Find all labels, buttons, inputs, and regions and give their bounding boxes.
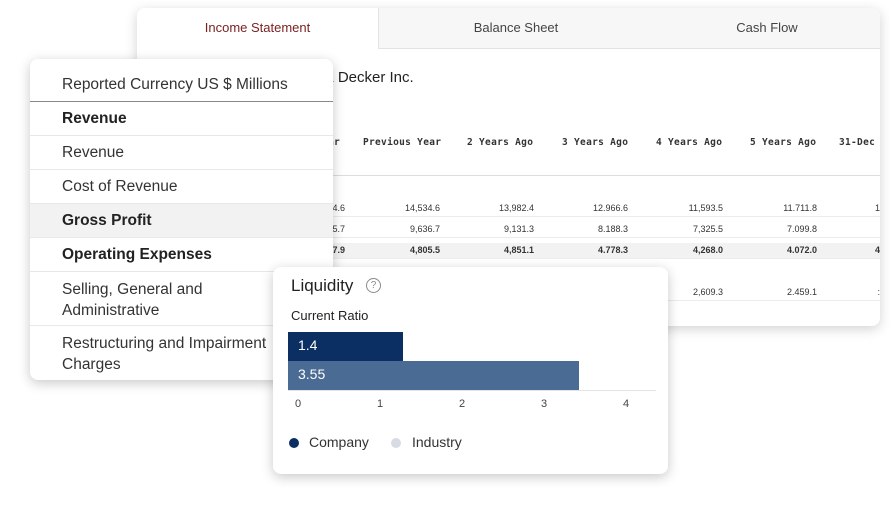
table-cell: 4.778.3 bbox=[597, 245, 628, 255]
list-item[interactable]: Revenue bbox=[30, 136, 333, 170]
tab-income-statement[interactable]: Income Statement bbox=[137, 8, 379, 49]
x-tick-label: 1 bbox=[376, 398, 384, 410]
statement-tabs: Income Statement Balance Sheet Cash Flow bbox=[137, 8, 880, 49]
tab-balance-sheet[interactable]: Balance Sheet bbox=[378, 8, 654, 48]
legend-industry: Industry bbox=[412, 434, 462, 450]
column-header: 3 Years Ago bbox=[562, 137, 629, 148]
legend-company: Company bbox=[309, 434, 369, 450]
question-circle-icon[interactable]: ? bbox=[366, 278, 381, 293]
card-title: Liquidity bbox=[291, 276, 354, 295]
bar-value-label: 3.55 bbox=[298, 366, 326, 382]
currency-header-label: Reported Currency US $ Millions bbox=[62, 76, 288, 93]
table-cell: : bbox=[877, 287, 880, 297]
x-tick-label: 4 bbox=[622, 398, 630, 410]
table-cell: 7,325.5 bbox=[692, 224, 723, 234]
table-cell: 9,131.3 bbox=[503, 224, 534, 234]
company-bar: 1.4 bbox=[288, 332, 403, 361]
column-header: 2 Years Ago bbox=[467, 137, 534, 148]
list-item[interactable]: Revenue bbox=[30, 102, 333, 136]
x-axis bbox=[288, 390, 656, 391]
table-cell: 1 bbox=[874, 203, 880, 213]
table-cell: 8.188.3 bbox=[597, 224, 628, 234]
table-cell bbox=[800, 222, 880, 237]
x-tick-label: 2 bbox=[458, 398, 466, 410]
x-tick-label: 0 bbox=[294, 398, 302, 410]
metric-label: Current Ratio bbox=[291, 308, 369, 323]
list-item-label: Restructuring and Impairment Charges bbox=[62, 335, 267, 373]
table-cell: 9,636.7 bbox=[409, 224, 440, 234]
list-item-label: Gross Profit bbox=[62, 212, 152, 229]
list-item-label: Cost of Revenue bbox=[62, 178, 178, 195]
table-cell: 13,982.4 bbox=[498, 203, 534, 213]
table-cell: 11,593.5 bbox=[688, 203, 723, 213]
list-item-label: Revenue bbox=[62, 144, 125, 161]
table-cell: 4,851.1 bbox=[503, 245, 534, 255]
table-cell: 4 bbox=[874, 245, 880, 255]
industry-bar: 3.55 bbox=[288, 361, 580, 390]
list-item[interactable]: Cost of Revenue bbox=[30, 170, 333, 204]
company-legend-dot bbox=[289, 438, 299, 448]
column-header: Previous Year bbox=[363, 137, 442, 148]
table-cell: 14,534.6 bbox=[404, 203, 440, 213]
list-item-label: Revenue bbox=[62, 110, 127, 127]
column-header: 4 Years Ago bbox=[656, 137, 723, 148]
tab-cash-flow[interactable]: Cash Flow bbox=[654, 8, 880, 48]
x-tick-label: 3 bbox=[540, 398, 548, 410]
table-cell: 12.966.6 bbox=[592, 203, 628, 213]
list-item-label: Operating Expenses bbox=[62, 246, 212, 263]
table-cell: 4,805.5 bbox=[409, 245, 440, 255]
list-item[interactable]: Gross Profit bbox=[30, 204, 333, 238]
liquidity-card: Liquidity ? Current Ratio 1.4 3.55 0 1 2… bbox=[273, 267, 668, 474]
industry-legend-dot bbox=[391, 438, 401, 448]
bar-value-label: 1.4 bbox=[298, 337, 318, 353]
currency-header: Reported Currency US $ Millions bbox=[30, 59, 333, 102]
table-cell: 4,268.0 bbox=[692, 245, 723, 255]
list-item-label: Selling, General and Administrative bbox=[62, 281, 203, 319]
column-header: 5 Years Ago bbox=[750, 137, 817, 148]
column-header: 31-Dec bbox=[839, 137, 876, 148]
